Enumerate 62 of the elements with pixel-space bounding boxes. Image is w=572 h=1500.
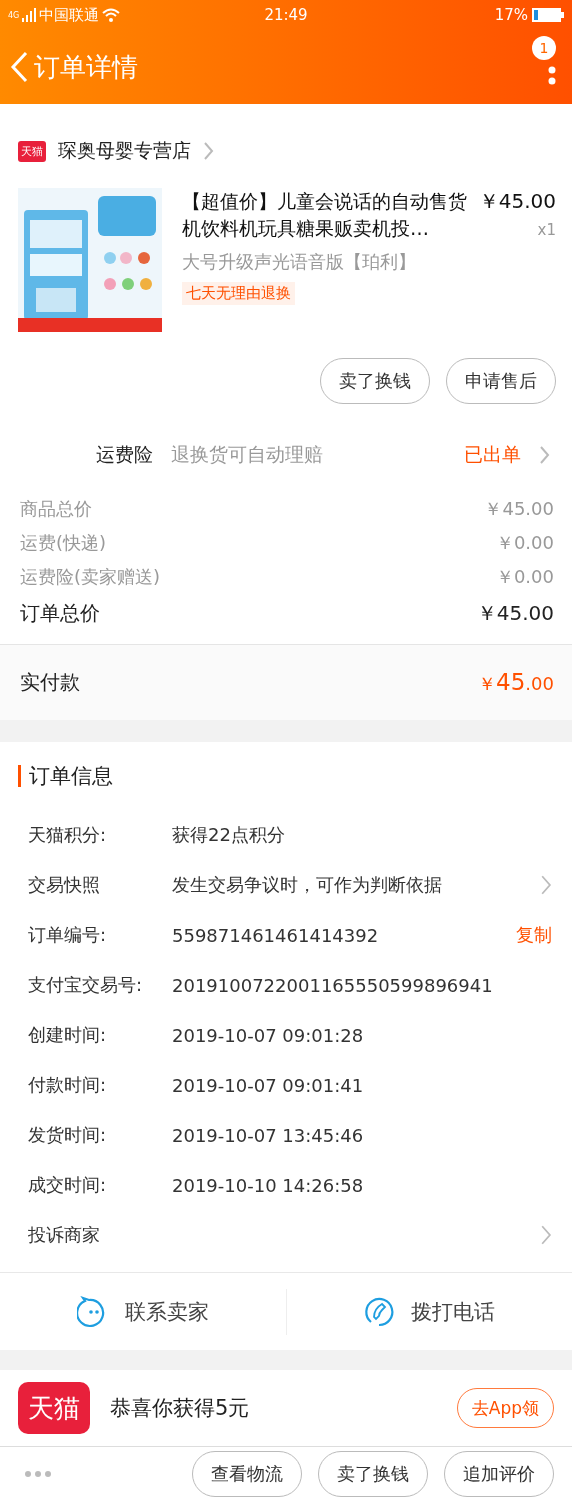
promo-badge: 天猫 — [18, 1382, 90, 1434]
store-name[interactable]: 琛奥母婴专营店 — [58, 138, 191, 164]
product-action-button[interactable]: 申请售后 — [446, 358, 556, 404]
product-variant: 大号升级声光语音版【珀利】 — [182, 250, 417, 274]
info-value: 559871461461414392 — [172, 924, 379, 946]
chevron-right-icon — [539, 1224, 552, 1246]
status-time: 21:49 — [264, 6, 308, 24]
info-label: 发货时间: — [28, 1123, 108, 1147]
price-label: 商品总价 — [20, 497, 92, 521]
bottom-action-button[interactable]: 追加评价 — [444, 1450, 554, 1497]
info-value: 2019-10-07 13:45:46 — [172, 1124, 364, 1146]
network-type: 4G — [8, 10, 20, 20]
info-value: 2019-10-07 09:01:28 — [172, 1024, 364, 1046]
info-label: 天猫积分: — [28, 823, 108, 847]
price-value: ￥45.00 — [484, 497, 554, 521]
info-label: 支付宝交易号: — [28, 973, 144, 997]
return-policy-tag: 七天无理由退换 — [182, 282, 295, 305]
insurance-description: 退换货可自动理赔 — [171, 442, 324, 467]
bottom-action-button[interactable]: 查看物流 — [192, 1450, 302, 1497]
page-title: 订单详情 — [34, 50, 139, 84]
info-label: 创建时间: — [28, 1023, 108, 1047]
paid-label: 实付款 — [20, 669, 80, 696]
info-label: 付款时间: — [28, 1073, 108, 1097]
chevron-right-icon — [539, 874, 552, 896]
product-title[interactable]: 【超值价】儿童会说话的自动售货机饮料机玩具糖果贩卖机投… — [182, 188, 471, 242]
phone-icon — [363, 1295, 396, 1328]
carrier-name: 中国联通 — [39, 5, 100, 25]
info-value: 2019-10-07 09:01:41 — [172, 1074, 364, 1096]
battery-percent: 17% — [494, 6, 528, 24]
contact-button[interactable]: 联系卖家 — [0, 1294, 286, 1329]
product-quantity: x1 — [537, 221, 556, 239]
store-badge: 天猫 — [18, 140, 46, 162]
contact-button[interactable]: 拨打电话 — [286, 1294, 572, 1329]
signal-icon — [22, 8, 37, 22]
product-price: ￥45.00 — [478, 188, 556, 215]
price-value: ￥0.00 — [495, 531, 554, 555]
price-value: ￥45.00 — [476, 599, 554, 627]
info-label: 成交时间: — [28, 1173, 108, 1197]
info-label: 订单编号: — [28, 923, 108, 947]
info-value: 发生交易争议时，可作为判断依据 — [172, 874, 442, 895]
info-label: 投诉商家 — [28, 1223, 101, 1247]
price-value: ￥0.00 — [495, 565, 554, 589]
info-value: 获得22点积分 — [172, 824, 285, 845]
section-title: 订单信息 — [29, 763, 113, 790]
chevron-right-icon — [539, 445, 550, 465]
promo-text: 恭喜你获得5元 — [110, 1395, 251, 1422]
more-icon[interactable] — [24, 1469, 52, 1478]
notification-badge: 1 — [532, 36, 556, 60]
back-icon[interactable] — [10, 51, 28, 83]
price-label: 运费(快递) — [20, 531, 107, 555]
insurance-label: 运费险 — [96, 442, 153, 467]
info-value: 2019100722001165550599896941 — [172, 974, 493, 996]
product-action-button[interactable]: 卖了换钱 — [320, 358, 430, 404]
paid-amount: ￥45.00 — [478, 669, 554, 696]
price-label: 运费险(卖家赠送) — [20, 565, 161, 589]
price-label: 订单总价 — [20, 599, 100, 627]
wifi-icon — [102, 8, 121, 22]
bottom-action-button[interactable]: 卖了换钱 — [318, 1450, 428, 1497]
info-label: 交易快照 — [28, 873, 101, 897]
chevron-right-icon — [203, 141, 214, 161]
info-value: 2019-10-10 14:26:58 — [172, 1174, 364, 1196]
battery-icon — [532, 8, 564, 22]
